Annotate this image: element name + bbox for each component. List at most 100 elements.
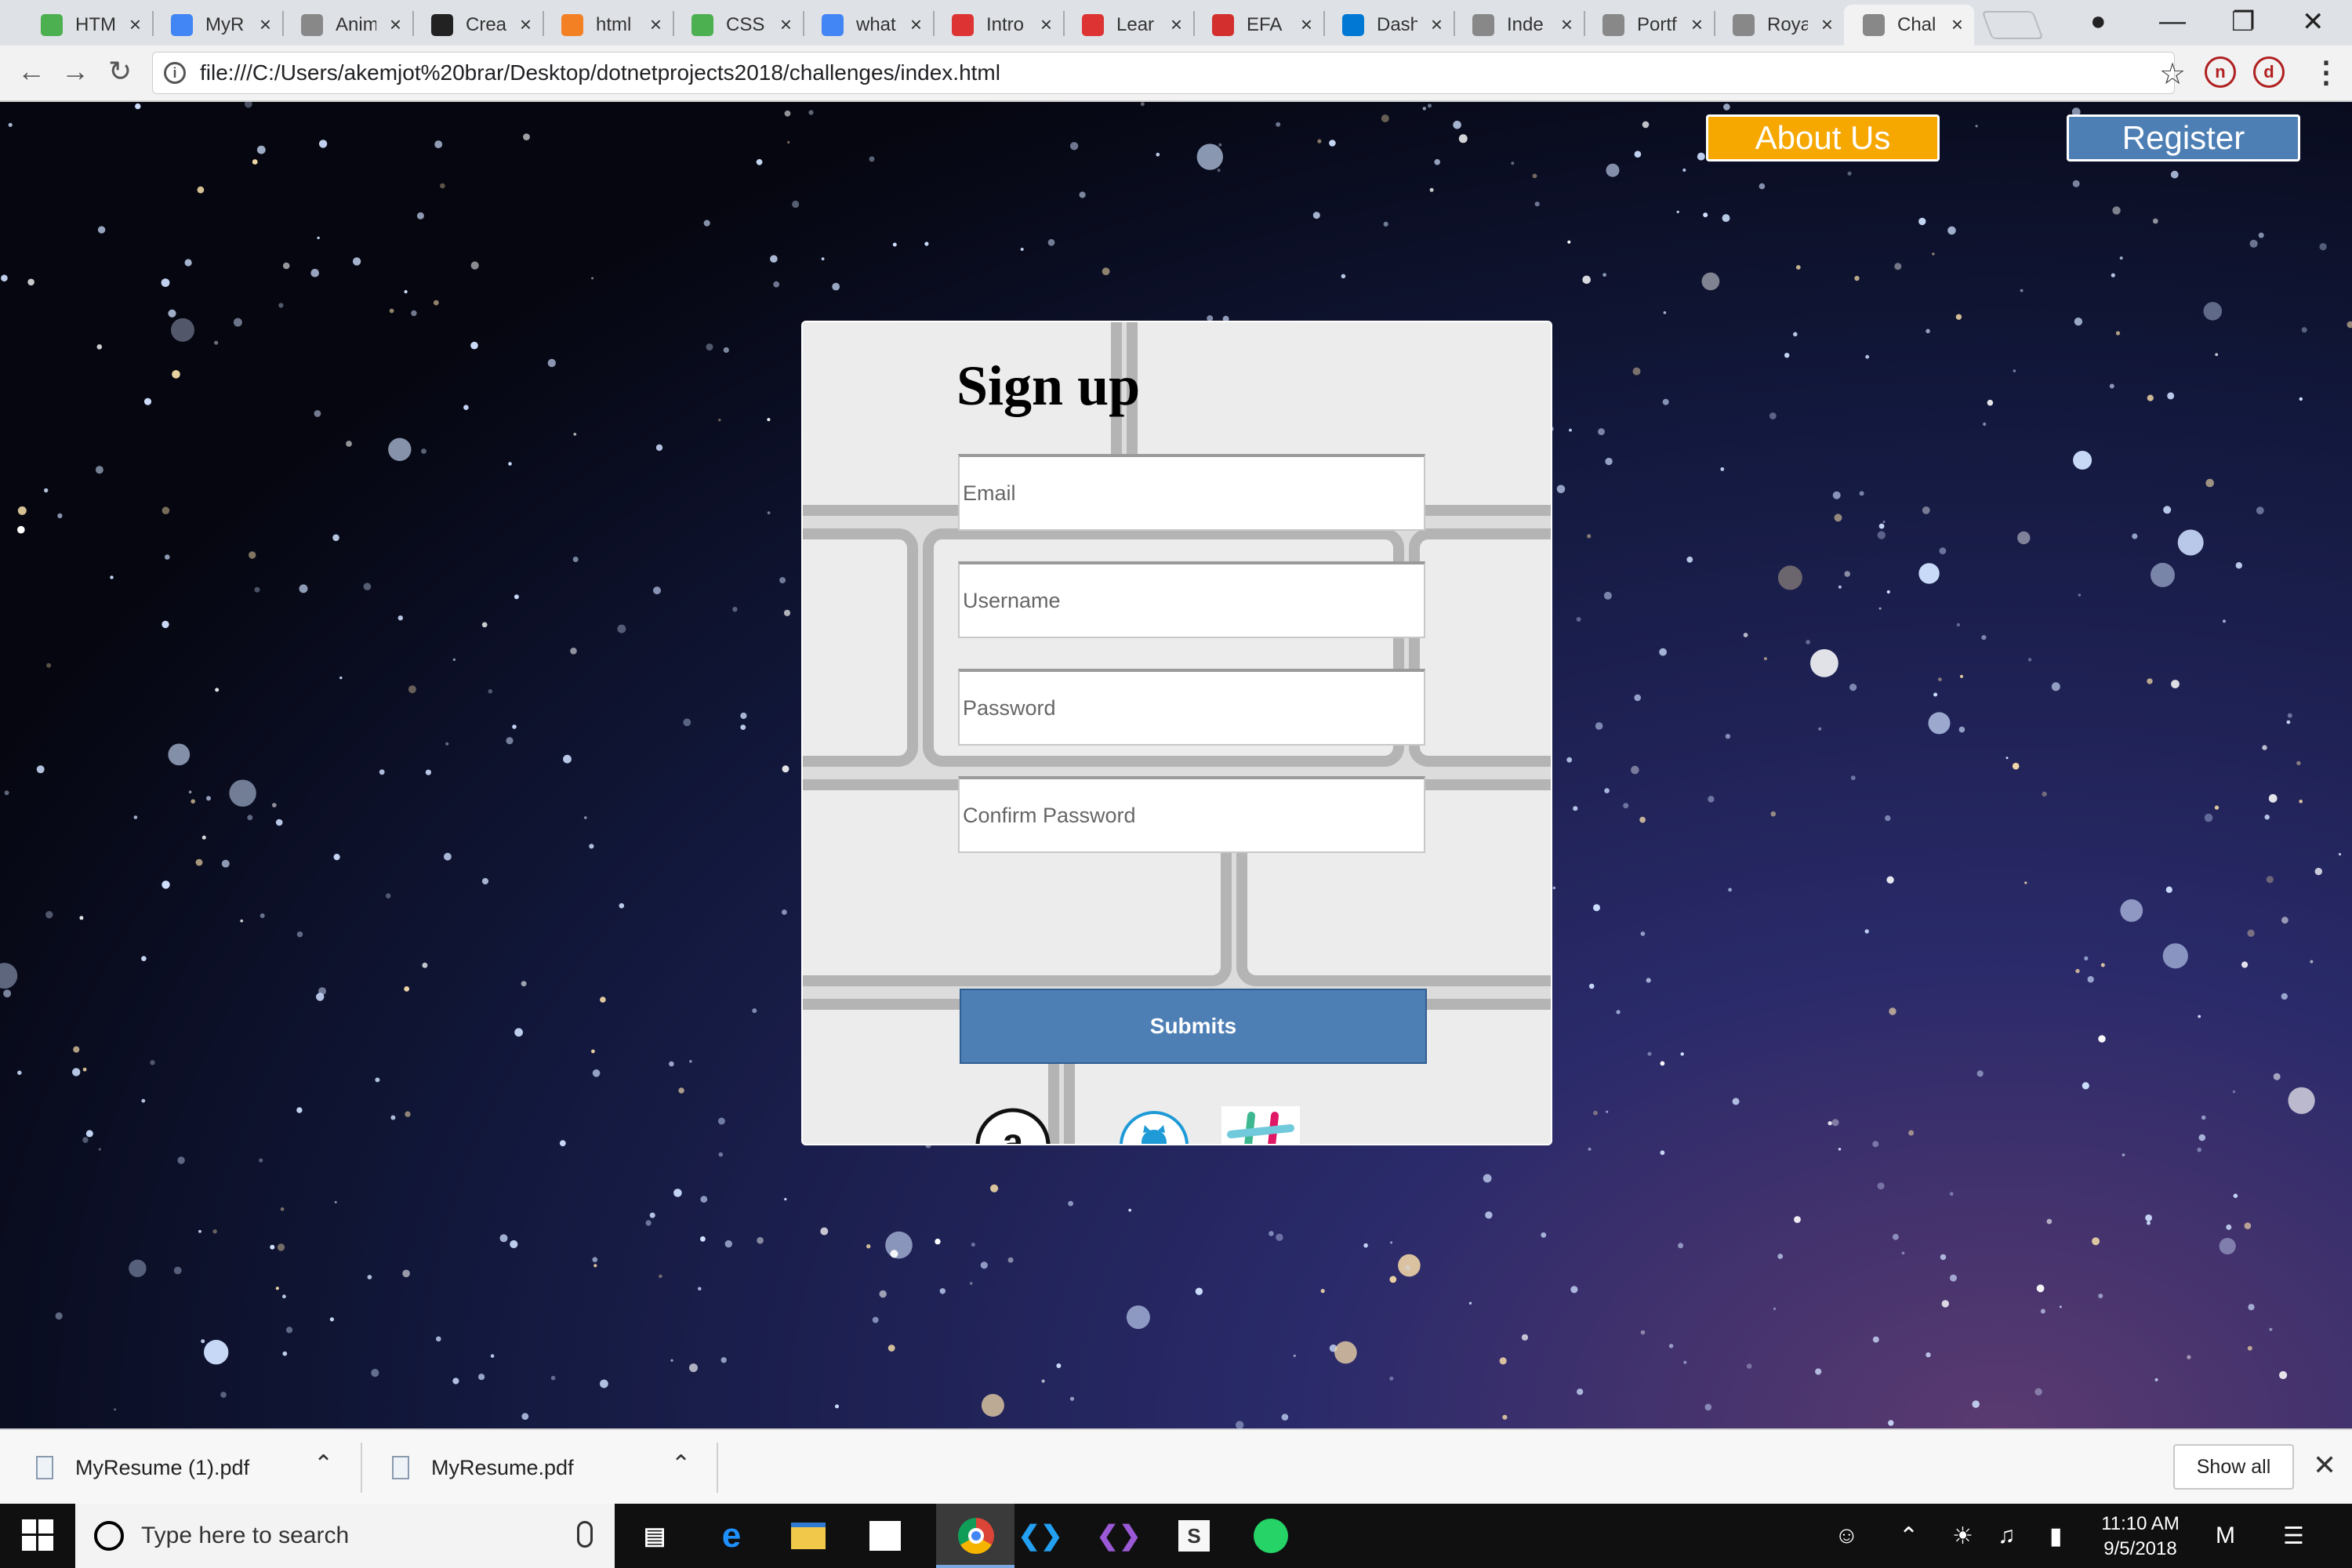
- close-tab-icon[interactable]: ×: [390, 13, 401, 37]
- browser-menu-icon[interactable]: ⋮: [2311, 55, 2341, 90]
- email-input[interactable]: Email: [958, 454, 1425, 531]
- download-filename: MyResume (1).pdf: [75, 1455, 250, 1479]
- people-icon[interactable]: ☺: [1835, 1523, 1859, 1549]
- signup-card: Sign up Email Username Password Confirm …: [801, 321, 1552, 1145]
- tab-separator: [1063, 11, 1065, 36]
- tab-separator: [1323, 11, 1325, 36]
- close-tab-icon[interactable]: ×: [1951, 13, 1963, 37]
- windows-taskbar: Type here to search ▤ e ❮❯ ❮❯ S ☺ ⌃ ☀ ♫ …: [0, 1504, 2352, 1568]
- edge-icon[interactable]: e: [710, 1515, 753, 1557]
- bookmark-star-icon[interactable]: ☆: [2159, 56, 2186, 92]
- show-all-button[interactable]: Show all: [2173, 1444, 2294, 1490]
- action-center-icon[interactable]: ☰: [2283, 1523, 2304, 1550]
- close-tab-icon[interactable]: ×: [129, 13, 141, 37]
- tab-label: CSS: [726, 14, 765, 35]
- browser-tab[interactable]: Anim ×: [282, 5, 412, 45]
- browser-tab[interactable]: Chal ×: [1844, 5, 1974, 45]
- close-tab-icon[interactable]: ×: [1691, 13, 1703, 37]
- battery-icon[interactable]: ▮: [2049, 1523, 2063, 1550]
- confirm-password-input[interactable]: Confirm Password: [958, 776, 1425, 853]
- info-icon[interactable]: i: [164, 62, 186, 84]
- browser-tab[interactable]: Crea ×: [412, 5, 543, 45]
- google-icon: [822, 14, 844, 36]
- browser-tab[interactable]: Dash ×: [1323, 5, 1454, 45]
- browser-tab[interactable]: Lear ×: [1063, 5, 1193, 45]
- sublime-icon[interactable]: S: [1173, 1515, 1215, 1557]
- extension-n-icon[interactable]: n: [2205, 56, 2236, 88]
- close-tab-icon[interactable]: ×: [1821, 13, 1833, 37]
- forward-button[interactable]: →: [61, 55, 89, 88]
- browser-tab[interactable]: HTM ×: [22, 5, 152, 45]
- azure-icon: [1342, 14, 1364, 36]
- close-tab-icon[interactable]: ×: [1301, 13, 1312, 37]
- tab-label: Portf: [1637, 14, 1677, 35]
- chevron-up-icon[interactable]: ⌃: [1899, 1523, 1918, 1550]
- divider: [717, 1443, 718, 1493]
- google-docs-icon: [171, 14, 193, 36]
- tab-label: Lear: [1116, 14, 1155, 35]
- close-tab-icon[interactable]: ×: [650, 13, 662, 37]
- restore-button[interactable]: ❐: [2231, 6, 2255, 38]
- browser-tab[interactable]: Roya ×: [1714, 5, 1844, 45]
- browser-tab[interactable]: CSS ×: [673, 5, 803, 45]
- register-button[interactable]: Register: [2067, 114, 2300, 162]
- close-tab-icon[interactable]: ×: [520, 13, 532, 37]
- close-tab-icon[interactable]: ×: [1040, 13, 1052, 37]
- url-text[interactable]: file:///C:/Users/akemjot%20brar/Desktop/…: [200, 60, 1000, 85]
- close-downloads-icon[interactable]: ✕: [2313, 1449, 2336, 1482]
- browser-tab[interactable]: MyR ×: [152, 5, 282, 45]
- ime-icon[interactable]: M: [2216, 1523, 2235, 1549]
- slack-icon[interactable]: [1221, 1106, 1300, 1145]
- browser-tab[interactable]: Portf ×: [1584, 5, 1714, 45]
- volume-icon[interactable]: ♫: [1998, 1523, 2016, 1549]
- page-icon: [1733, 14, 1755, 36]
- visual-studio-icon[interactable]: ❮❯: [1097, 1515, 1142, 1557]
- vscode-icon[interactable]: ❮❯: [1018, 1515, 1063, 1557]
- about-us-button[interactable]: About Us: [1706, 114, 1940, 162]
- download-item[interactable]: MyResume (1).pdf: [36, 1430, 249, 1505]
- task-view-icon[interactable]: ▤: [633, 1515, 676, 1557]
- close-tab-icon[interactable]: ×: [1431, 13, 1443, 37]
- password-input[interactable]: Password: [958, 669, 1425, 746]
- browser-tab[interactable]: Inde ×: [1454, 5, 1584, 45]
- profile-icon[interactable]: ●: [2090, 6, 2107, 37]
- submit-button[interactable]: Submits: [960, 989, 1427, 1064]
- store-icon[interactable]: [864, 1515, 906, 1557]
- extension-d-icon[interactable]: d: [2253, 56, 2285, 88]
- browser-tab[interactable]: html ×: [543, 5, 673, 45]
- chevron-up-icon[interactable]: ⌃: [671, 1450, 691, 1478]
- close-tab-icon[interactable]: ×: [1171, 13, 1182, 37]
- chevron-up-icon[interactable]: ⌃: [314, 1450, 333, 1478]
- w3schools-icon: [41, 14, 63, 36]
- reload-button[interactable]: ↻: [108, 55, 132, 88]
- signup-title: Sign up: [956, 354, 1141, 417]
- download-item[interactable]: MyResume.pdf: [392, 1430, 574, 1505]
- tab-label: Intro: [986, 14, 1025, 35]
- new-tab-button[interactable]: [1981, 11, 2044, 39]
- close-tab-icon[interactable]: ×: [910, 13, 922, 37]
- username-input[interactable]: Username: [958, 561, 1425, 638]
- close-tab-icon[interactable]: ×: [1561, 13, 1573, 37]
- downloads-bar: MyResume (1).pdf ⌃ MyResume.pdf ⌃ Show a…: [0, 1428, 2352, 1504]
- github-icon[interactable]: [1115, 1106, 1193, 1145]
- browser-tab[interactable]: EFA ×: [1193, 5, 1323, 45]
- chrome-icon[interactable]: [955, 1515, 997, 1557]
- page-viewport: About Us Register Sign up Email Username…: [0, 102, 2352, 1428]
- browser-tab[interactable]: what ×: [803, 5, 933, 45]
- close-tab-icon[interactable]: ×: [780, 13, 792, 37]
- wifi-icon[interactable]: ☀: [1952, 1523, 1973, 1550]
- taskbar-clock[interactable]: 11:10 AM 9/5/2018: [2085, 1512, 2195, 1562]
- whatsapp-icon[interactable]: [1250, 1515, 1292, 1557]
- taskbar-search-box[interactable]: Type here to search: [75, 1504, 615, 1568]
- file-explorer-icon[interactable]: [787, 1515, 829, 1557]
- address-bar[interactable]: i file:///C:/Users/akemjot%20brar/Deskto…: [152, 52, 2175, 94]
- angular-icon: [1082, 14, 1104, 36]
- browser-tab[interactable]: Intro ×: [933, 5, 1063, 45]
- windows-start-icon[interactable]: [22, 1519, 53, 1551]
- back-button[interactable]: ←: [17, 55, 45, 88]
- amazon-icon[interactable]: a: [974, 1106, 1052, 1145]
- close-window-button[interactable]: ✕: [2302, 6, 2325, 38]
- microphone-icon[interactable]: [577, 1521, 593, 1548]
- close-tab-icon[interactable]: ×: [260, 13, 271, 37]
- minimize-button[interactable]: —: [2159, 6, 2186, 37]
